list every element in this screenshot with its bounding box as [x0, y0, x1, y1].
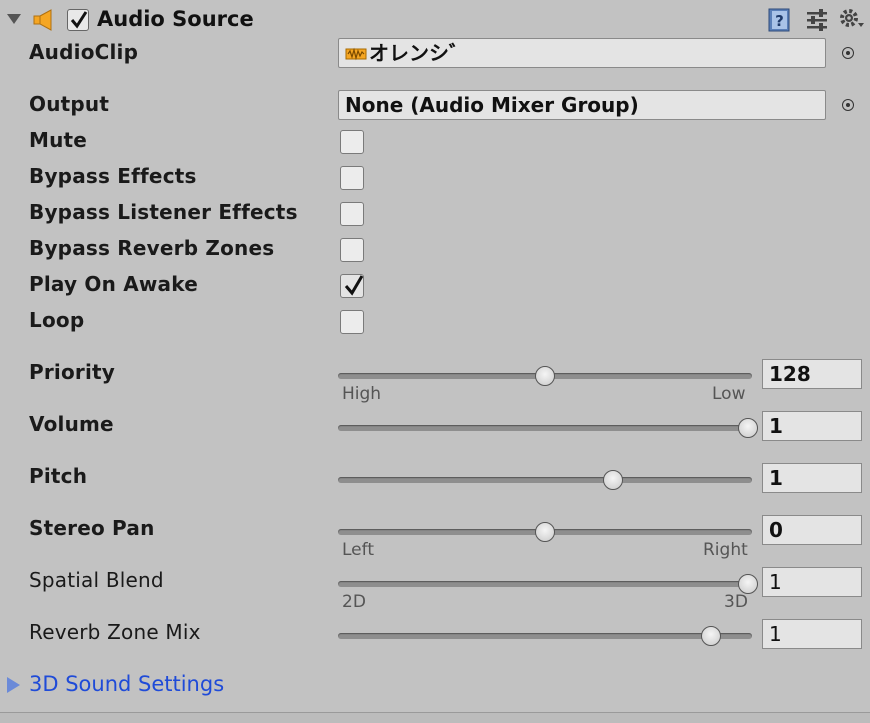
bypass-reverb-zones-checkbox[interactable] — [340, 238, 364, 262]
audioclip-label: AudioClip — [29, 40, 139, 64]
priority-max-label: Low — [712, 384, 746, 404]
svg-text:?: ? — [775, 12, 784, 30]
play-on-awake-label: Play On Awake — [29, 272, 198, 296]
bypass-listener-effects-checkbox[interactable] — [340, 202, 364, 226]
checkmark-icon — [344, 275, 364, 296]
priority-min-label: High — [342, 384, 382, 404]
bypass-listener-effects-label: Bypass Listener Effects — [29, 200, 298, 224]
3d-sound-settings-foldout[interactable]: 3D Sound Settings — [29, 672, 224, 696]
pitch-label: Pitch — [29, 464, 88, 488]
reverb-zone-mix-slider-thumb[interactable] — [701, 626, 722, 646]
loop-label: Loop — [29, 308, 85, 332]
audioclip-picker-icon[interactable] — [842, 47, 854, 59]
spatial-blend-slider-track[interactable] — [338, 581, 752, 587]
mute-checkbox[interactable] — [340, 130, 364, 154]
spatial-blend-max-label: 3D — [724, 592, 748, 612]
reverb-zone-mix-slider-track[interactable] — [338, 633, 752, 639]
stereo-pan-max-label: Right — [703, 540, 748, 560]
volume-value-field[interactable]: 1 — [762, 411, 862, 441]
pitch-value-field[interactable]: 1 — [762, 463, 862, 493]
audio-clip-icon — [345, 47, 367, 61]
priority-label: Priority — [29, 360, 116, 384]
reverb-zone-mix-label: Reverb Zone Mix — [29, 620, 201, 644]
mute-label: Mute — [29, 128, 88, 152]
spatial-blend-label: Spatial Blend — [29, 568, 164, 592]
inspector-panel: Audio Source ? AudioClip オレンシ゛ Output No… — [0, 0, 870, 723]
component-enabled-checkbox[interactable] — [67, 9, 89, 31]
bypass-reverb-zones-label: Bypass Reverb Zones — [29, 236, 275, 260]
priority-value-field[interactable]: 128 — [762, 359, 862, 389]
output-field[interactable]: None (Audio Mixer Group) — [338, 90, 826, 120]
stereo-pan-min-label: Left — [342, 540, 374, 560]
priority-slider-thumb[interactable] — [535, 366, 555, 386]
volume-slider-track[interactable] — [338, 425, 752, 431]
stereo-pan-slider-thumb[interactable] — [535, 522, 555, 542]
bypass-effects-label: Bypass Effects — [29, 164, 197, 188]
reverb-zone-mix-value-field[interactable]: 1 — [762, 619, 862, 649]
component-header[interactable]: Audio Source ? — [0, 0, 870, 40]
spatial-blend-slider-thumb[interactable] — [738, 574, 758, 594]
collapse-arrow-icon[interactable] — [7, 14, 21, 24]
volume-slider-thumb[interactable] — [738, 418, 758, 438]
help-book-icon[interactable]: ? — [767, 8, 791, 32]
next-component-header — [0, 712, 870, 723]
volume-label: Volume — [29, 412, 114, 436]
output-value: None (Audio Mixer Group) — [345, 93, 639, 117]
audioclip-field[interactable]: オレンシ゛ — [338, 38, 826, 68]
stereo-pan-value-field[interactable]: 0 — [762, 515, 862, 545]
output-picker-icon[interactable] — [842, 99, 854, 111]
stereo-pan-label: Stereo Pan — [29, 516, 155, 540]
play-on-awake-checkbox[interactable] — [340, 274, 364, 298]
spatial-blend-value-field[interactable]: 1 — [762, 567, 862, 597]
bypass-effects-checkbox[interactable] — [340, 166, 364, 190]
spatial-blend-min-label: 2D — [342, 592, 366, 612]
pitch-slider-thumb[interactable] — [602, 470, 623, 490]
output-label: Output — [29, 92, 110, 116]
speaker-icon — [33, 9, 52, 31]
pitch-slider-track[interactable] — [338, 477, 752, 483]
loop-checkbox[interactable] — [340, 310, 364, 334]
audioclip-value: オレンシ゛ — [369, 41, 469, 65]
preset-sliders-icon[interactable] — [805, 8, 829, 32]
expand-arrow-icon[interactable] — [7, 677, 20, 693]
gear-icon[interactable] — [838, 7, 866, 31]
component-title: Audio Source — [97, 7, 254, 31]
